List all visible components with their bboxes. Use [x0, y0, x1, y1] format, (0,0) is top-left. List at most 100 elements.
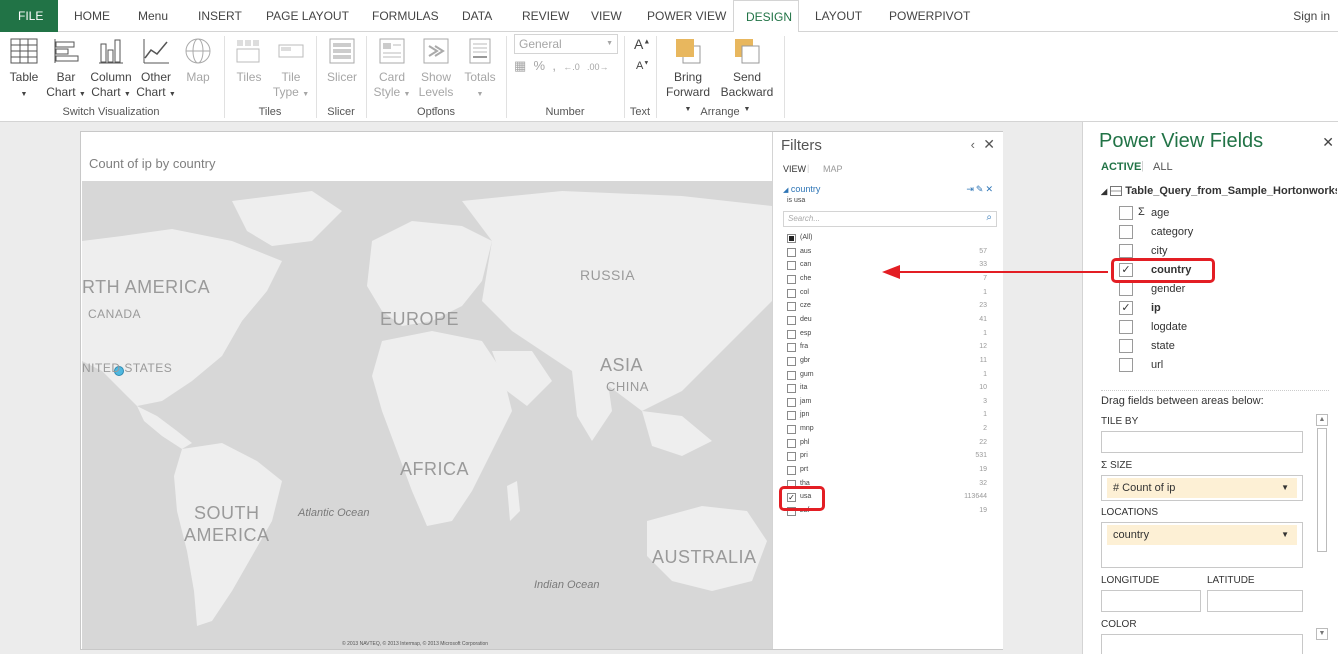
locations-dropzone[interactable]: country ▼ — [1101, 522, 1303, 568]
filter-item[interactable]: aus 57 — [787, 247, 997, 259]
filter-item-checkbox[interactable] — [787, 329, 796, 339]
tab-data[interactable]: DATA — [454, 0, 500, 32]
bar-chart-button[interactable]: Bar Chart ▼ — [44, 36, 88, 102]
scroll-thumb[interactable] — [1317, 428, 1327, 552]
panel-scrollbar[interactable]: ▲ ▼ — [1315, 414, 1329, 646]
filter-item[interactable]: jpn 1 — [787, 410, 997, 422]
table-button[interactable]: Table ▼ — [4, 36, 44, 102]
filter-item[interactable]: mnp 2 — [787, 424, 997, 436]
fields-tab-active[interactable]: ACTIVE — [1101, 161, 1141, 173]
field-checkbox[interactable] — [1119, 282, 1133, 296]
tab-powerpivot[interactable]: POWERPIVOT — [881, 0, 978, 32]
tile-by-dropzone[interactable] — [1101, 431, 1303, 453]
send-backward-button[interactable]: Send Backward ▼ — [716, 36, 778, 117]
filter-item-checkbox[interactable] — [787, 411, 796, 421]
filter-item-checkbox[interactable] — [787, 288, 796, 298]
filter-item-checkbox[interactable] — [787, 397, 796, 407]
locations-field-chip[interactable]: country ▼ — [1107, 525, 1297, 545]
longitude-dropzone[interactable] — [1101, 590, 1201, 612]
filters-tab-view[interactable]: VIEW — [783, 164, 806, 174]
filter-item-checkbox[interactable] — [787, 425, 796, 435]
field-checkbox[interactable] — [1119, 358, 1133, 372]
bring-forward-button[interactable]: Bring Forward ▼ — [662, 36, 714, 117]
sign-in-link[interactable]: Sign in — [1293, 0, 1330, 32]
tab-menu[interactable]: Menu — [130, 0, 176, 32]
card-style-button[interactable]: Card Style ▼ — [370, 36, 414, 102]
filter-item-checkbox[interactable] — [787, 356, 796, 366]
filter-item-checkbox[interactable] — [787, 384, 796, 394]
filter-item[interactable]: esp 1 — [787, 329, 997, 341]
map-button[interactable]: Map — [180, 36, 216, 85]
filter-item-checkbox[interactable] — [787, 247, 796, 257]
tab-power-view[interactable]: POWER VIEW — [639, 0, 734, 32]
field-checkbox[interactable] — [1119, 320, 1133, 334]
field-checkbox[interactable] — [1119, 206, 1133, 220]
percent-icon[interactable]: % — [534, 58, 546, 73]
slicer-button[interactable]: Slicer — [322, 36, 362, 85]
filter-search-input[interactable]: Search... ⌕ — [783, 211, 997, 227]
filter-item-checkbox[interactable] — [787, 452, 796, 462]
field-checkbox[interactable] — [1119, 339, 1133, 353]
tiles-button[interactable]: Tiles — [230, 36, 268, 85]
filter-item[interactable]: deu 41 — [787, 315, 997, 327]
color-dropzone[interactable] — [1101, 634, 1303, 654]
filter-item[interactable]: pri 531 — [787, 451, 997, 463]
field-checkbox[interactable] — [1119, 244, 1133, 258]
filter-item-checkbox[interactable] — [787, 274, 796, 284]
show-levels-button[interactable]: Show Levels ▼ — [414, 36, 458, 117]
filters-tab-map[interactable]: MAP — [823, 164, 843, 174]
increase-font-size-icon[interactable]: A▲ — [634, 36, 650, 52]
filter-item-checkbox[interactable] — [787, 343, 796, 353]
filter-item[interactable]: fra 12 — [787, 342, 997, 354]
tab-design[interactable]: DESIGN — [733, 0, 799, 33]
scroll-up-icon[interactable]: ▲ — [1316, 414, 1328, 426]
filter-item[interactable]: ita 10 — [787, 383, 997, 395]
decrease-decimal-icon[interactable]: .00→ — [587, 62, 609, 72]
totals-button[interactable]: Totals ▼ — [460, 36, 500, 102]
filter-item-checkbox[interactable] — [787, 302, 796, 312]
chevron-down-icon[interactable]: ▼ — [1281, 478, 1289, 498]
chevron-down-icon[interactable]: ▼ — [1281, 525, 1289, 545]
tab-insert[interactable]: INSERT — [190, 0, 250, 32]
filter-item-checkbox[interactable] — [787, 438, 796, 448]
tab-review[interactable]: REVIEW — [514, 0, 577, 32]
filter-item[interactable]: cze 23 — [787, 301, 997, 313]
filter-item[interactable]: col 1 — [787, 288, 997, 300]
increase-decimal-icon[interactable]: ←.0 — [563, 62, 580, 72]
tab-layout[interactable]: LAYOUT — [807, 0, 870, 32]
column-chart-button[interactable]: Column Chart ▼ — [88, 36, 134, 102]
filter-item-checkbox[interactable] — [787, 261, 796, 271]
filter-field-header[interactable]: ◢ country — [783, 184, 820, 194]
tile-type-button[interactable]: Tile Type ▼ — [270, 36, 312, 102]
tab-formulas[interactable]: FORMULAS — [364, 0, 447, 32]
filter-item-checkbox[interactable] — [787, 315, 796, 325]
table-node[interactable]: ◢ Table_Query_from_Sample_Hortonworks — [1101, 185, 1337, 197]
filter-item-checkbox[interactable] — [787, 370, 796, 380]
filter-item[interactable]: phl 22 — [787, 438, 997, 450]
map-visualization[interactable]: RTH AMERICA CANADA NITED STATES EUROPE R… — [82, 181, 772, 649]
size-dropzone[interactable]: # Count of ip ▼ — [1101, 475, 1303, 501]
latitude-dropzone[interactable] — [1207, 590, 1303, 612]
scroll-down-icon[interactable]: ▼ — [1316, 628, 1328, 640]
filter-mode-icons[interactable]: ⇥✎✕ — [966, 184, 995, 195]
field-checkbox[interactable]: ✓ — [1119, 301, 1133, 315]
other-chart-button[interactable]: Other Chart ▼ — [134, 36, 178, 102]
filter-item[interactable]: prt 19 — [787, 465, 997, 477]
filter-item[interactable]: gum 1 — [787, 370, 997, 382]
tab-home[interactable]: HOME — [66, 0, 118, 32]
tab-page-layout[interactable]: PAGE LAYOUT — [258, 0, 357, 32]
filter-item[interactable]: jam 3 — [787, 397, 997, 409]
decrease-font-size-icon[interactable]: A▼ — [636, 60, 649, 72]
filter-item[interactable]: gbr 11 — [787, 356, 997, 368]
comma-icon[interactable]: , — [552, 58, 556, 73]
currency-icon[interactable]: ▦ — [514, 58, 526, 73]
field-checkbox[interactable] — [1119, 225, 1133, 239]
close-panel-icon[interactable]: ✕ — [1322, 134, 1334, 151]
filter-item[interactable]: (All) — [787, 233, 997, 245]
close-filters-icon[interactable]: ✕ — [983, 136, 995, 153]
fields-tab-all[interactable]: ALL — [1153, 161, 1173, 173]
filter-item-checkbox[interactable] — [787, 466, 796, 476]
collapse-chevron-icon[interactable]: ‹ — [971, 137, 975, 152]
number-format-dropdown[interactable]: General ▼ — [514, 34, 618, 54]
tab-file[interactable]: FILE — [0, 0, 58, 32]
